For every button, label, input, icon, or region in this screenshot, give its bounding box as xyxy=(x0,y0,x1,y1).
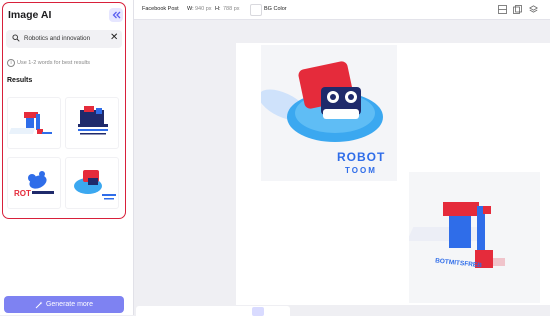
clear-search-button[interactable]: ✕ xyxy=(110,33,118,43)
height-field[interactable]: 788 px xyxy=(223,6,240,12)
copy-icon[interactable] xyxy=(513,5,522,14)
bg-color-swatch[interactable] xyxy=(250,4,262,16)
result-thumbnail-1[interactable] xyxy=(7,97,61,149)
svg-text:ROT: ROT xyxy=(14,189,31,198)
info-icon: i xyxy=(7,59,15,67)
result-thumbnail-4[interactable] xyxy=(65,157,119,209)
robot-factory-thumbnail-image xyxy=(78,106,108,135)
robot-toom-thumbnail-image xyxy=(74,170,116,200)
robot-logo-thumbnail-image: ROT xyxy=(14,171,54,198)
double-chevron-left-icon xyxy=(112,11,120,19)
bg-color-label: BG Color xyxy=(264,6,287,12)
result-thumbnail-2[interactable] xyxy=(65,97,119,149)
panel-title: Image AI xyxy=(8,9,52,21)
robot-toom-image[interactable]: ROBOT TOOM xyxy=(261,45,397,181)
grid-icon[interactable] xyxy=(498,5,507,14)
collapse-panel-button[interactable] xyxy=(109,8,123,22)
width-field[interactable]: 940 px xyxy=(195,6,212,12)
result-thumbnail-3[interactable]: ROT xyxy=(7,157,61,209)
search-hint: Use 1-2 words for best results xyxy=(17,60,91,66)
layers-icon[interactable] xyxy=(529,5,538,14)
design-canvas[interactable]: ROBOT TOOM BOTMITSFREB xyxy=(236,43,550,305)
results-heading: Results xyxy=(7,77,33,84)
generate-more-button[interactable]: Generate more xyxy=(4,296,124,313)
robot-top-text: ROBOT xyxy=(337,150,385,164)
robot-bottom-text: TOOM xyxy=(345,166,377,175)
generate-more-label: Generate more xyxy=(45,301,94,308)
search-query: Robotics and innovation xyxy=(24,34,91,42)
width-label: W: xyxy=(187,6,194,12)
magic-wand-icon xyxy=(35,301,43,308)
image-ai-panel: Image AI Robotics and innovation ✕ i Use… xyxy=(0,0,134,315)
robot-arm-thumbnail-image xyxy=(8,112,52,134)
top-toolbar: Facebook Post W: 940 px H: 788 px BG Col… xyxy=(134,0,550,20)
height-label: H: xyxy=(215,6,221,12)
search-input[interactable]: Robotics and innovation ✕ xyxy=(6,30,122,48)
search-icon xyxy=(12,34,20,42)
format-dropdown[interactable]: Facebook Post xyxy=(142,6,179,12)
robot-arm-image[interactable]: BOTMITSFREB xyxy=(409,172,540,303)
